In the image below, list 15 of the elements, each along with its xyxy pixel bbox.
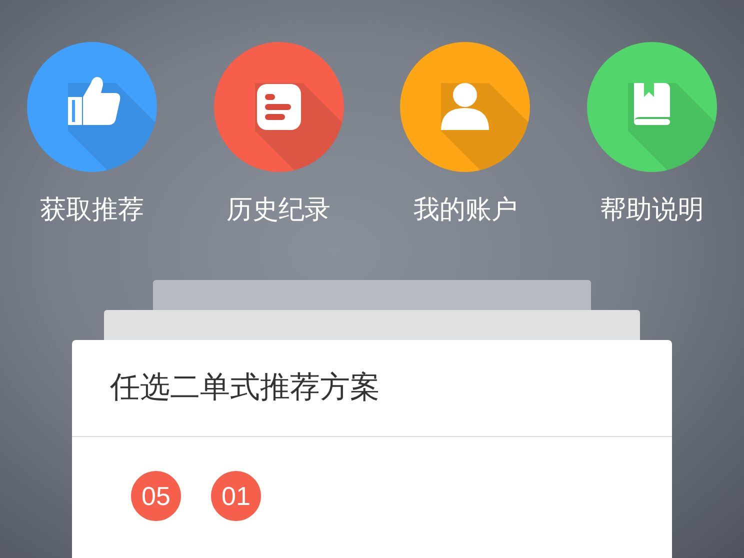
number-ball: 01 [211,471,261,521]
menu-button[interactable] [586,42,717,172]
menu-button[interactable] [214,42,344,172]
person-icon [441,83,490,130]
menu-label[interactable]: 历史纪录 [226,194,331,226]
number-ball: 05 [131,471,181,521]
book-icon [634,83,670,125]
menu-label[interactable]: 我的账户 [413,194,518,226]
thumbs-up-icon [68,77,120,125]
menu-label[interactable]: 帮助说明 [600,194,704,226]
menu-button[interactable] [27,42,157,172]
list-icon [256,84,301,130]
menu-button[interactable] [400,42,530,172]
menu-label[interactable]: 获取推荐 [40,194,144,226]
card-title: 任选二单式推荐方案 [72,340,672,437]
